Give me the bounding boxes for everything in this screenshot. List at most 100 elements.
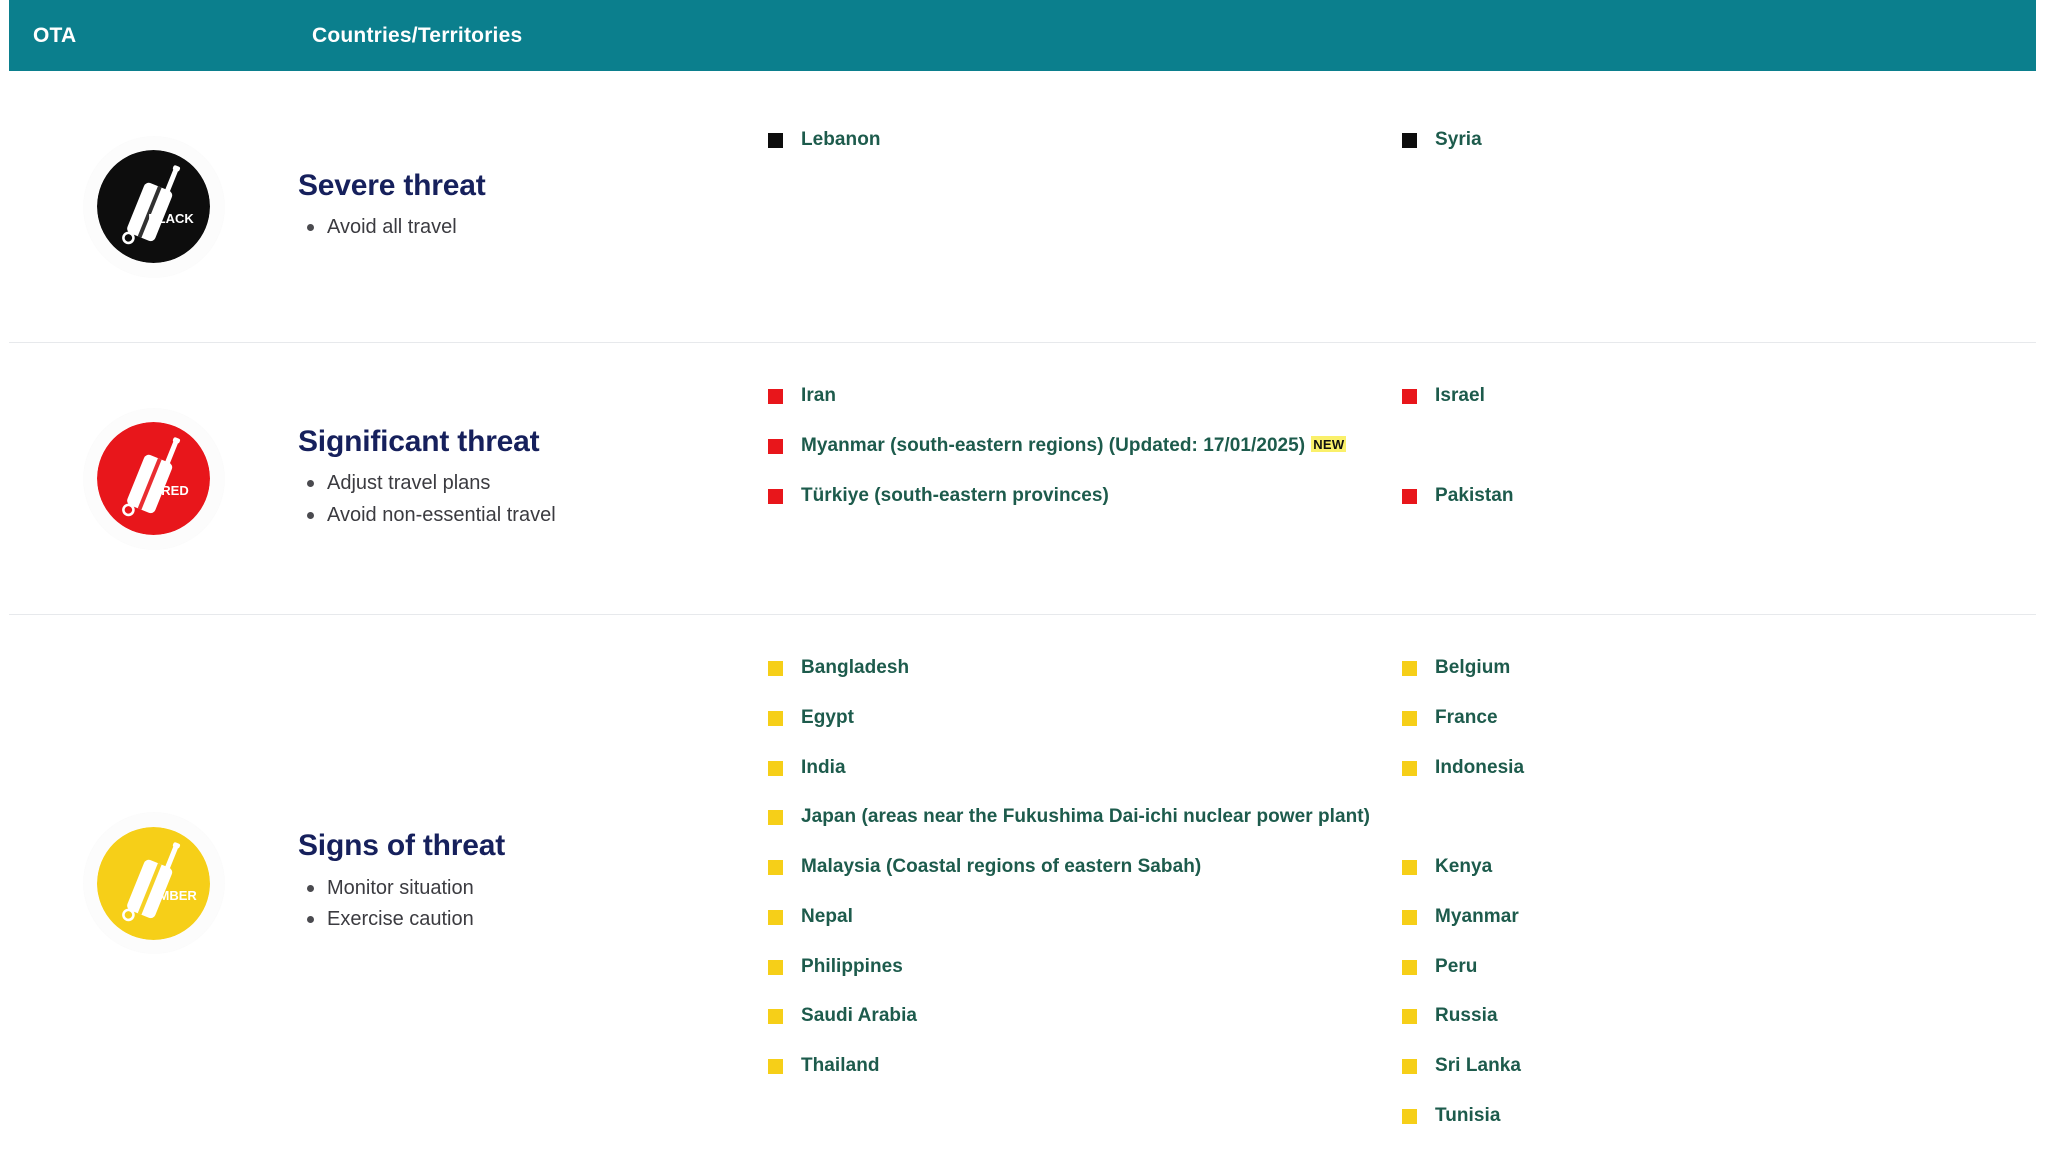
country-name: Japan (areas near the Fukushima Dai-ichi… [801, 806, 1370, 828]
country-name: Peru [1435, 955, 1478, 977]
country-name: Lebanon [801, 129, 881, 150]
country-entry[interactable]: Syria [1402, 115, 2006, 165]
suitcase-disc-amber: AMBER [97, 826, 210, 940]
level-marker-black-icon [768, 133, 783, 148]
threat-advice-item: Avoid all travel [298, 213, 758, 241]
table-row: AMBER Signs of threat Monitor situation … [9, 615, 2036, 1151]
ota-level-cell-severe: BLACK [9, 71, 298, 342]
level-marker-amber-icon [1402, 760, 1417, 776]
level-marker-amber-icon [768, 1009, 783, 1025]
country-entry[interactable]: Nepal [768, 892, 1372, 942]
threat-title: Severe threat [298, 168, 486, 202]
countries-cell-amber: Bangladesh Egypt India Japan (areas near… [768, 615, 2036, 1151]
country-entry[interactable]: Tunisia [1402, 1091, 2006, 1141]
table-row: BLACK Severe threat Avoid all travel Leb… [9, 71, 2036, 343]
column-header-ota: OTA [33, 23, 77, 47]
ota-badge-red-suitcase-icon: RED [83, 408, 224, 549]
country-name: Sri Lanka [1435, 1055, 1521, 1077]
suitcase-disc-black: BLACK [97, 150, 210, 263]
country-entry[interactable]: Russia [1402, 991, 2006, 1041]
country-entry[interactable]: Thailand [768, 1041, 1372, 1091]
country-entry-spacer [1402, 792, 2006, 842]
threat-title: Signs of threat [298, 829, 506, 863]
level-marker-amber-icon [1402, 1108, 1417, 1124]
ota-badge-label: AMBER [149, 888, 197, 903]
level-marker-black-icon [1402, 133, 1417, 148]
country-entry[interactable]: Malaysia (Coastal regions of eastern Sab… [768, 842, 1372, 892]
country-name: Myanmar [1435, 905, 1519, 927]
new-badge: NEW [1311, 435, 1347, 452]
country-column-left: Lebanon [768, 115, 1402, 342]
level-marker-amber-icon [1402, 909, 1417, 925]
column-header-countries: Countries/Territories [312, 23, 523, 47]
country-name: Myanmar (south-eastern regions) (Updated… [801, 434, 1306, 456]
level-marker-amber-icon [1402, 860, 1417, 876]
country-name: Russia [1435, 1005, 1498, 1027]
level-marker-amber-icon [1402, 959, 1417, 975]
country-entry[interactable]: India [768, 743, 1372, 793]
country-entry-spacer [1402, 421, 2006, 471]
country-name: Egypt [801, 706, 855, 728]
ota-badge-black-suitcase-icon: BLACK [83, 136, 224, 277]
threat-title: Significant threat [298, 424, 540, 458]
threat-advice-list: Monitor situation Exercise caution [298, 874, 758, 937]
country-entry[interactable]: Israel [1402, 371, 2006, 421]
country-name: Saudi Arabia [801, 1005, 918, 1027]
country-entry[interactable]: Lebanon [768, 115, 1372, 165]
country-name: Iran [801, 385, 837, 406]
country-name: Malaysia (Coastal regions of eastern Sab… [801, 856, 1202, 878]
country-entry[interactable]: Peru [1402, 942, 2006, 992]
level-marker-red-icon [1402, 389, 1417, 404]
country-entry[interactable]: Pakistan [1402, 471, 2006, 521]
country-entry[interactable]: Philippines [768, 942, 1372, 992]
countries-cell-severe: Lebanon Syria [768, 71, 2036, 342]
country-entry[interactable]: Myanmar [1402, 892, 2006, 942]
threat-advice-list: Adjust travel plans Avoid non-essential … [298, 469, 758, 532]
level-marker-red-icon [768, 438, 783, 454]
threat-description-significant: Significant threat Adjust travel plans A… [298, 343, 768, 614]
country-name: Indonesia [1435, 756, 1525, 778]
country-entry[interactable]: Japan (areas near the Fukushima Dai-ichi… [768, 792, 1372, 842]
country-name: Thailand [801, 1055, 880, 1077]
country-entry[interactable]: Saudi Arabia [768, 991, 1372, 1041]
threat-advice-list: Avoid all travel [298, 213, 758, 244]
country-entry[interactable]: Bangladesh [768, 643, 1372, 693]
table-header-row: OTA Countries/Territories [9, 0, 2036, 71]
threat-advice-item: Monitor situation [298, 874, 758, 902]
threat-description-amber: Signs of threat Monitor situation Exerci… [298, 615, 768, 1151]
country-column-right: Israel Pakistan [1402, 371, 2036, 614]
country-name: Israel [1435, 385, 1485, 406]
country-entry[interactable]: Türkiye (south-eastern provinces) [768, 471, 1372, 521]
country-entry[interactable]: Indonesia [1402, 743, 2006, 793]
country-entry[interactable]: Myanmar (south-eastern regions) (Updated… [768, 421, 1372, 471]
ota-badge-amber-suitcase-icon: AMBER [83, 813, 224, 953]
level-marker-amber-icon [768, 710, 783, 726]
threat-advice-item: Avoid non-essential travel [298, 501, 758, 529]
country-name: Türkiye (south-eastern provinces) [801, 484, 1109, 506]
ota-level-cell-significant: RED [9, 343, 298, 614]
country-column-left: Bangladesh Egypt India Japan (areas near… [768, 643, 1402, 1151]
country-name: Bangladesh [801, 657, 910, 678]
country-name: Kenya [1435, 856, 1493, 878]
country-entry[interactable]: France [1402, 693, 2006, 743]
ota-badge-label: RED [161, 483, 188, 498]
country-name: Nepal [801, 905, 853, 927]
country-column-right: Belgium France Indonesia Kenya Myanmar P… [1402, 643, 2036, 1151]
level-marker-red-icon [768, 389, 783, 404]
level-marker-amber-icon [1402, 710, 1417, 726]
country-name: Belgium [1435, 657, 1511, 678]
country-entry[interactable]: Belgium [1402, 643, 2006, 693]
country-name: Syria [1435, 129, 1482, 150]
threat-advice-item: Adjust travel plans [298, 469, 758, 497]
country-entry[interactable]: Kenya [1402, 842, 2006, 892]
table-row: RED Significant threat Adjust travel pla… [9, 343, 2036, 615]
country-entry[interactable]: Sri Lanka [1402, 1041, 2006, 1091]
country-name: India [801, 756, 846, 778]
country-entry[interactable]: Egypt [768, 693, 1372, 743]
level-marker-amber-icon [768, 810, 783, 826]
country-entry[interactable]: Iran [768, 371, 1372, 421]
country-name: France [1435, 706, 1498, 728]
level-marker-red-icon [768, 488, 783, 504]
level-marker-red-icon [1402, 488, 1417, 504]
level-marker-amber-icon [768, 909, 783, 925]
